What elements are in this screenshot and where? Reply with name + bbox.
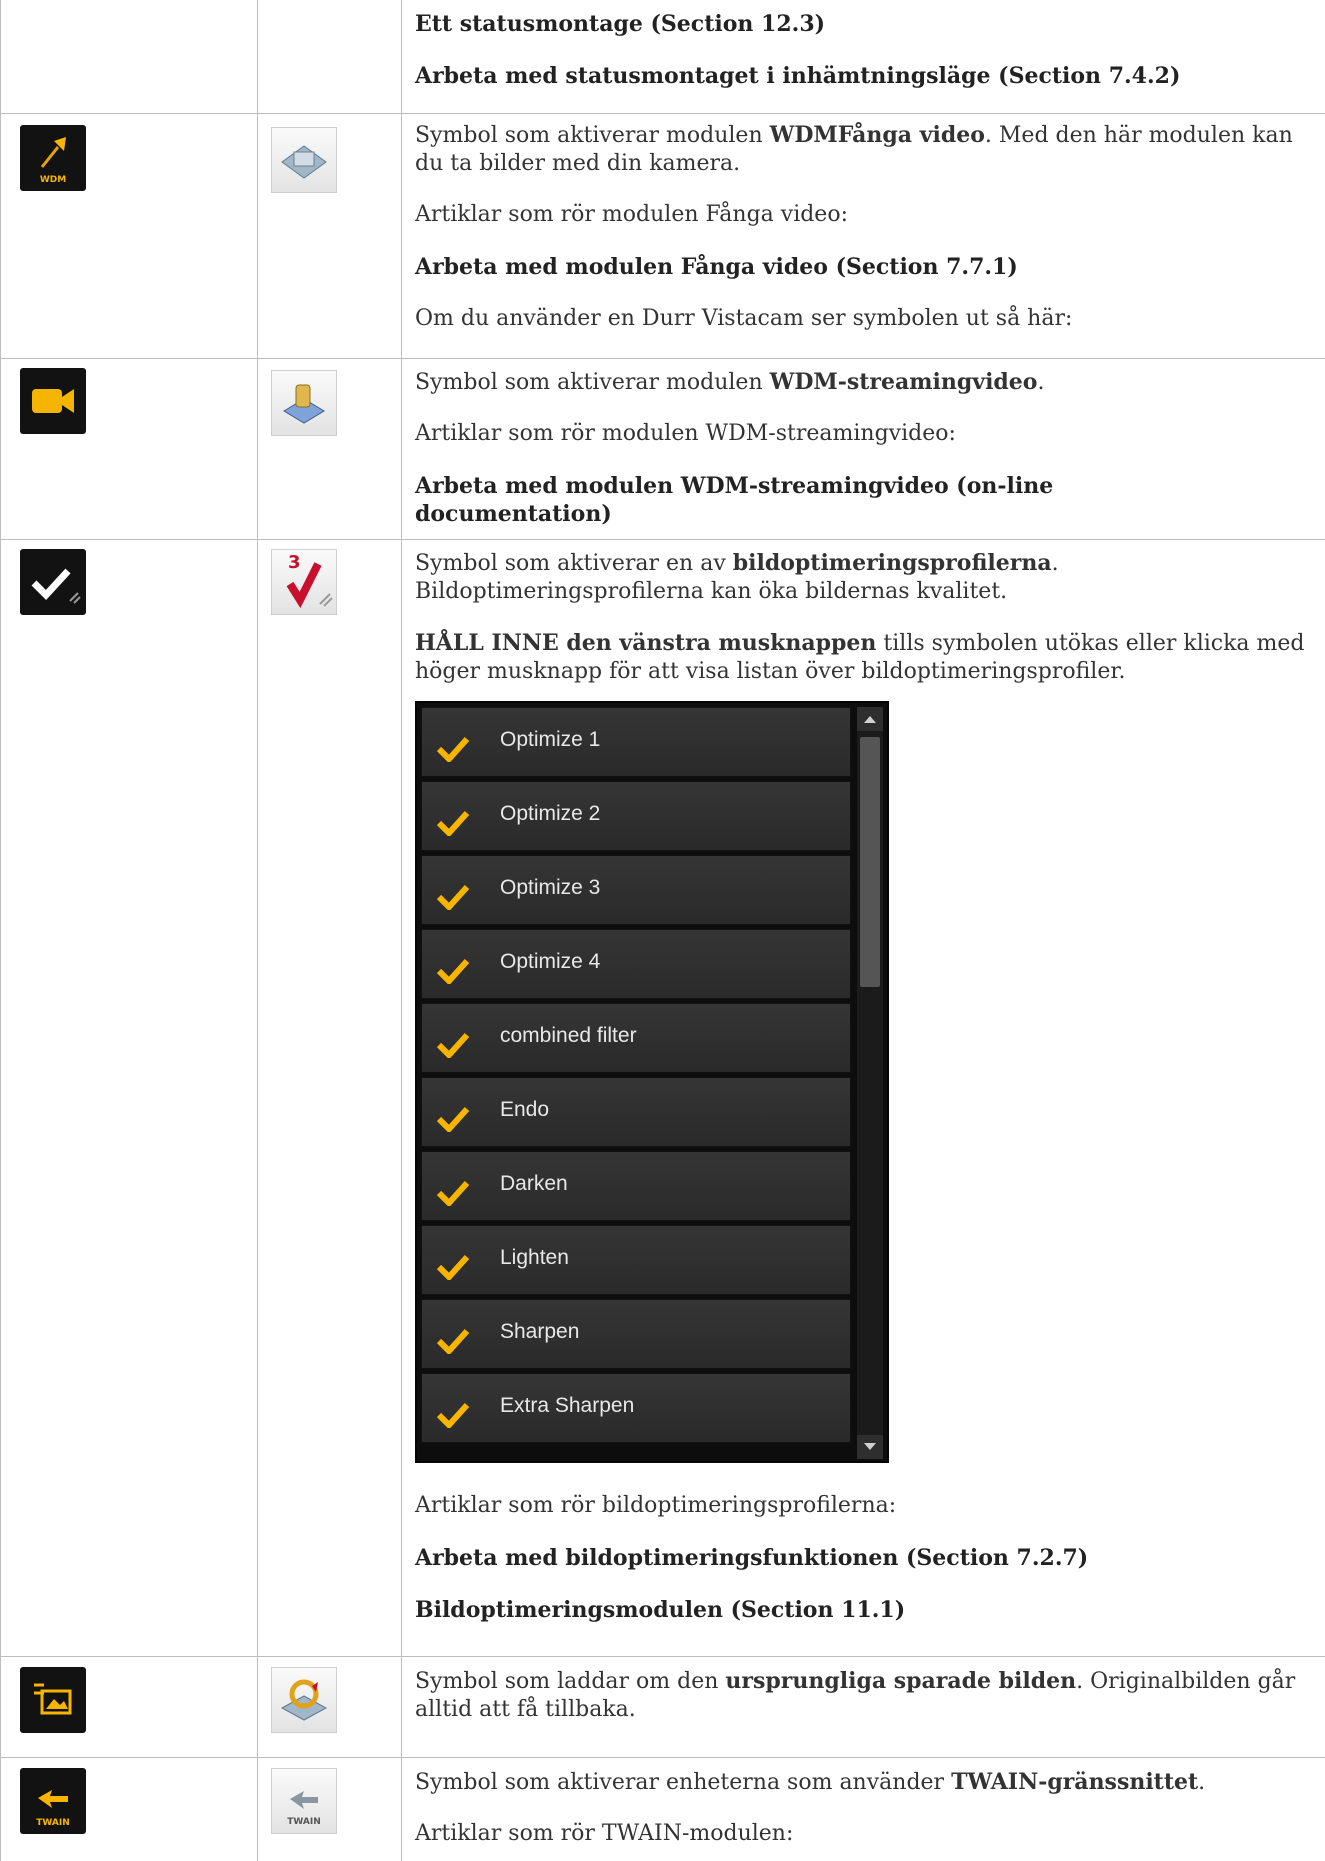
profile-list-scrollbar[interactable]	[857, 707, 883, 1459]
profile-item[interactable]: Extra Sharpen	[421, 1373, 851, 1443]
optimization-description: Symbol som aktiverar en av bildoptimerin…	[415, 550, 1059, 604]
profile-label: Optimize 1	[500, 728, 601, 751]
profile-item[interactable]: Optimize 4	[421, 929, 851, 999]
scrollbar-graphics	[857, 707, 883, 1459]
image-optimization-dark-icon	[20, 549, 86, 615]
check-icon	[436, 1106, 470, 1132]
twain-articles-label: Artiklar som rör TWAIN-modulen:	[415, 1821, 794, 1846]
check-icon	[436, 884, 470, 910]
check-icon	[436, 736, 470, 762]
twain-description: Symbol som aktiverar enheterna som använ…	[415, 1769, 1206, 1795]
profile-item[interactable]: Optimize 1	[421, 707, 851, 777]
link-streaming-video-module[interactable]: Arbeta med modulen WDM-streamingvideo (o…	[415, 472, 1115, 528]
profile-label: Darken	[500, 1172, 568, 1195]
optimization-articles-label: Artiklar som rör bildoptimeringsprofiler…	[415, 1493, 897, 1518]
optimization-profile-number: 3	[288, 552, 301, 573]
profile-label: Optimize 2	[500, 802, 601, 825]
profile-label: Optimize 3	[500, 876, 601, 899]
profile-label: Optimize 4	[500, 950, 601, 973]
profile-label: Extra Sharpen	[500, 1394, 635, 1417]
row-divider	[0, 1757, 1325, 1758]
streaming-video-articles-label: Artiklar som rör modulen WDM-streamingvi…	[415, 421, 956, 446]
reload-original-description: Symbol som laddar om den ursprungliga sp…	[415, 1668, 1296, 1722]
twain-light-icon-label: TWAIN	[287, 1817, 321, 1827]
profile-item[interactable]: Darken	[421, 1151, 851, 1221]
video-camera-icon	[20, 368, 86, 434]
streaming-video-light-icon	[271, 370, 337, 436]
twain-dark-icon: TWAIN	[20, 1768, 86, 1834]
wdm-icon-label: WDM	[39, 175, 67, 185]
profile-label: Lighten	[500, 1246, 569, 1269]
optimization-profile-list[interactable]: Optimize 1 Optimize 2 Optimize 3 Optimiz…	[415, 701, 889, 1463]
streaming-video-description: Symbol som aktiverar modulen WDM-streami…	[415, 369, 1045, 395]
check-icon	[436, 1180, 470, 1206]
profile-item[interactable]: Endo	[421, 1077, 851, 1147]
optimization-instructions: HÅLL INNE den vänstra musknappen tills s…	[415, 630, 1305, 684]
profile-item[interactable]: Optimize 2	[421, 781, 851, 851]
profile-item[interactable]: Sharpen	[421, 1299, 851, 1369]
twain-light-icon: TWAIN	[271, 1768, 337, 1834]
check-icon	[436, 810, 470, 836]
row-divider	[0, 113, 1325, 114]
profile-label: combined filter	[500, 1024, 637, 1047]
check-icon	[436, 1402, 470, 1428]
row-divider	[0, 1656, 1325, 1657]
link-status-montage-acquisition[interactable]: Arbeta med statusmontaget i inhämtningsl…	[415, 62, 1320, 90]
image-optimization-light-icon: 3	[271, 549, 337, 615]
column-divider-2	[401, 0, 402, 1861]
row-divider	[0, 539, 1325, 540]
profile-label: Sharpen	[500, 1320, 580, 1343]
wdm-capture-description: Symbol som aktiverar modulen WDMFånga vi…	[415, 122, 1293, 176]
check-icon	[436, 1032, 470, 1058]
twain-dark-icon-label: TWAIN	[36, 1818, 70, 1828]
check-icon	[436, 1328, 470, 1354]
link-capture-video-module[interactable]: Arbeta med modulen Fånga video (Section …	[415, 253, 1320, 281]
profile-item[interactable]: Lighten	[421, 1225, 851, 1295]
check-icon	[436, 958, 470, 984]
link-status-montage[interactable]: Ett statusmontage (Section 12.3)	[415, 10, 1320, 38]
profile-item[interactable]: Optimize 3	[421, 855, 851, 925]
profile-label: Endo	[500, 1098, 550, 1121]
link-optimization-module[interactable]: Bildoptimeringsmodulen (Section 11.1)	[415, 1596, 1320, 1624]
durr-vistacam-note: Om du använder en Durr Vistacam ser symb…	[415, 306, 1073, 331]
reload-original-dark-icon	[20, 1667, 86, 1733]
profile-item[interactable]: combined filter	[421, 1003, 851, 1073]
link-optimization-function[interactable]: Arbeta med bildoptimeringsfunktionen (Se…	[415, 1544, 1320, 1572]
table-border-left	[0, 0, 1, 1861]
wdm-capture-light-icon	[271, 127, 337, 193]
column-divider-1	[257, 0, 258, 1861]
check-icon	[436, 1254, 470, 1280]
wdm-capture-dark-icon: WDM	[20, 125, 86, 191]
reload-original-light-icon	[271, 1667, 337, 1733]
wdm-capture-articles-label: Artiklar som rör modulen Fånga video:	[415, 202, 848, 227]
row-divider	[0, 358, 1325, 359]
